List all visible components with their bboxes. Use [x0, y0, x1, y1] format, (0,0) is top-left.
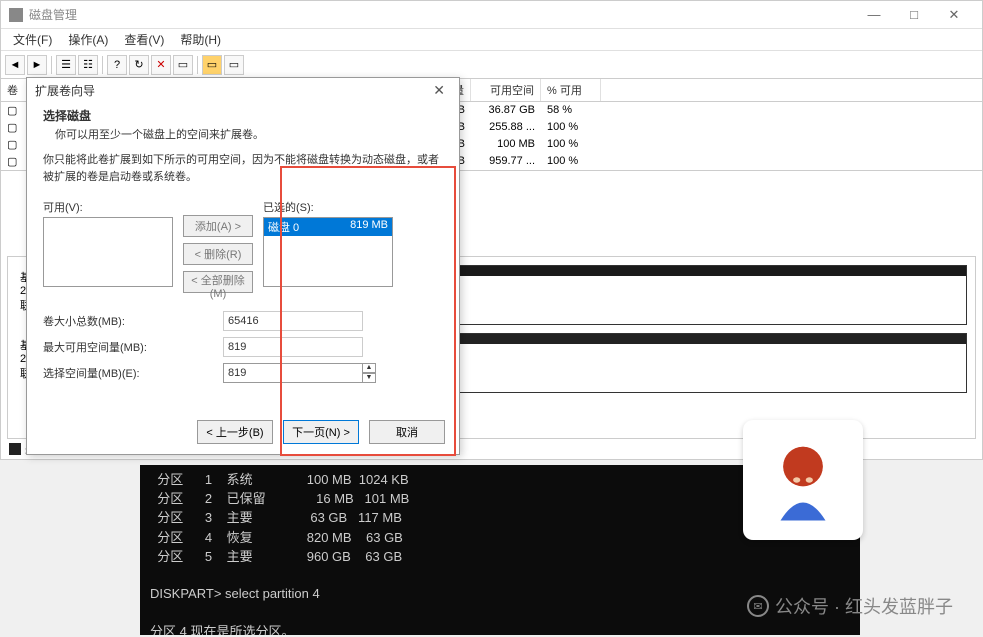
selected-listbox[interactable]: 磁盘 0 819 MB — [263, 217, 393, 287]
remove-all-button[interactable]: < 全部删除(M) — [183, 271, 253, 293]
total-size-label: 卷大小总数(MB): — [43, 313, 223, 329]
available-listbox[interactable] — [43, 217, 173, 287]
wizard-title: 扩展卷向导 — [35, 82, 95, 99]
col-free[interactable]: 可用空间 — [471, 79, 541, 101]
selected-disk-item[interactable]: 磁盘 0 819 MB — [264, 218, 392, 236]
toolbar: ◄ ► ☰ ☷ ? ↻ ✕ ▭ ▭ ▭ — [1, 51, 982, 79]
back-button[interactable]: < 上一步(B) — [197, 420, 273, 444]
back-icon[interactable]: ◄ — [5, 55, 25, 75]
menubar: 文件(F) 操作(A) 查看(V) 帮助(H) — [1, 29, 982, 51]
wizard-heading: 选择磁盘 — [43, 107, 443, 124]
app-icon — [9, 8, 23, 22]
close-button[interactable]: ✕ — [934, 3, 974, 27]
forward-icon[interactable]: ► — [27, 55, 47, 75]
avatar-card — [743, 420, 863, 540]
menu-help[interactable]: 帮助(H) — [172, 29, 229, 50]
selected-label: 已选的(S): — [263, 199, 393, 215]
watermark-text: 公众号 · 红头发蓝胖子 — [775, 593, 953, 619]
remove-button[interactable]: < 删除(R) — [183, 243, 253, 265]
wizard-subtitle: 你可以用至少一个磁盘上的空间来扩展卷。 — [43, 126, 443, 142]
watermark: ✉ 公众号 · 红头发蓝胖子 — [747, 593, 953, 619]
max-space-label: 最大可用空间量(MB): — [43, 339, 223, 355]
space-spinner[interactable]: ▲▼ — [362, 363, 376, 383]
menu-file[interactable]: 文件(F) — [5, 29, 60, 50]
cancel-button[interactable]: 取消 — [369, 420, 445, 444]
add-button[interactable]: 添加(A) > — [183, 215, 253, 237]
window-title: 磁盘管理 — [29, 6, 77, 23]
action2-icon[interactable]: ▭ — [202, 55, 222, 75]
max-space-value: 819 — [223, 337, 363, 357]
menu-action[interactable]: 操作(A) — [60, 29, 116, 50]
wizard-description: 你只能将此卷扩展到如下所示的可用空间，因为不能将磁盘转换为动态磁盘，或者被扩展的… — [43, 152, 443, 185]
action3-icon[interactable]: ▭ — [224, 55, 244, 75]
action1-icon[interactable]: ▭ — [173, 55, 193, 75]
maximize-button[interactable]: □ — [894, 3, 934, 27]
minimize-button[interactable]: — — [854, 3, 894, 27]
next-button[interactable]: 下一页(N) > — [283, 420, 359, 444]
wechat-icon: ✉ — [747, 595, 769, 617]
avatar-icon — [758, 435, 848, 525]
wizard-close-button[interactable]: ✕ — [427, 82, 451, 99]
wizard-titlebar: 扩展卷向导 ✕ — [27, 78, 459, 103]
props-icon[interactable]: ☷ — [78, 55, 98, 75]
refresh-icon[interactable]: ↻ — [129, 55, 149, 75]
help-icon[interactable]: ? — [107, 55, 127, 75]
available-label: 可用(V): — [43, 199, 173, 215]
select-space-input[interactable]: 819 — [223, 363, 363, 383]
tree-icon[interactable]: ☰ — [56, 55, 76, 75]
total-size-value: 65416 — [223, 311, 363, 331]
col-pct[interactable]: % 可用 — [541, 79, 601, 101]
titlebar: 磁盘管理 — □ ✕ — [1, 1, 982, 29]
delete-icon[interactable]: ✕ — [151, 55, 171, 75]
select-space-label: 选择空间量(MB)(E): — [43, 365, 223, 381]
menu-view[interactable]: 查看(V) — [116, 29, 172, 50]
extend-volume-wizard: 扩展卷向导 ✕ 选择磁盘 你可以用至少一个磁盘上的空间来扩展卷。 你只能将此卷扩… — [26, 77, 460, 455]
